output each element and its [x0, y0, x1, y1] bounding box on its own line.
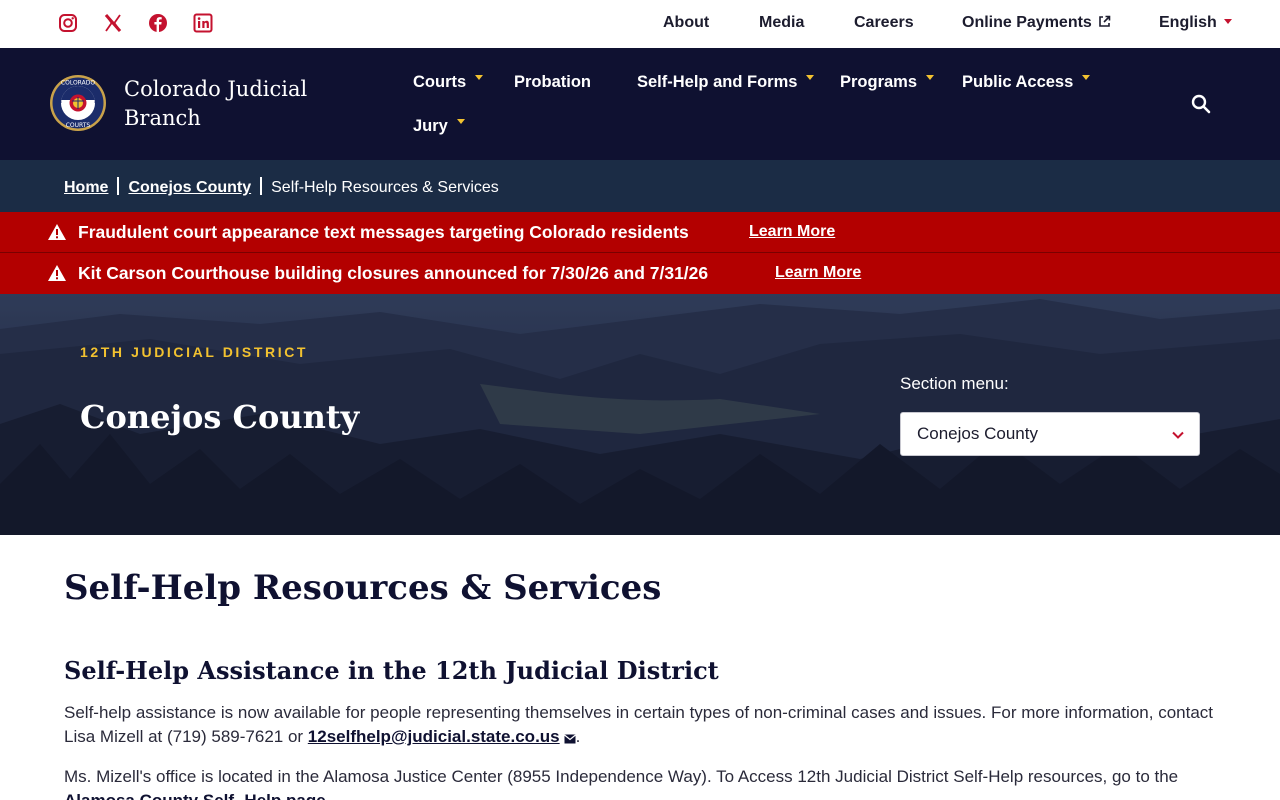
breadcrumb: Home Conejos County Self-Help Resources & … [0, 160, 1280, 212]
paragraph-location: Ms. Mizell's office is located in the Al… [64, 765, 1224, 800]
seal-text-top: COLORADO [61, 80, 95, 87]
alert-learn-more-link[interactable]: Learn More [749, 223, 835, 241]
section-menu-value: Conejos County [917, 424, 1038, 443]
nav-public-access-label: Public Access [962, 73, 1074, 91]
section-menu-select[interactable]: Conejos County [900, 412, 1200, 456]
site-header: COLORADO COURTS Colorado Judicial Branch… [0, 48, 1280, 160]
seal-text-bottom: COURTS [66, 122, 91, 129]
alert-message: Kit Carson Courthouse building closures … [78, 263, 709, 283]
nav-programs[interactable]: Programs [840, 73, 935, 92]
nav-self-help-forms[interactable]: Self-Help and Forms [637, 73, 815, 92]
paragraph-text: Ms. Mizell's office is located in the Al… [64, 767, 1179, 786]
page-title: Self-Help Resources & Services [64, 568, 662, 608]
breadcrumb-county[interactable]: Conejos County [128, 179, 251, 196]
nav-self-help-label: Self-Help and Forms [637, 73, 798, 91]
nav-public-access[interactable]: Public Access [962, 73, 1091, 92]
hero-banner: 12TH JUDICIAL DISTRICT Conejos County Se… [0, 294, 1280, 535]
nav-programs-label: Programs [840, 73, 918, 91]
breadcrumb-home[interactable]: Home [64, 179, 108, 196]
alert-banner: Kit Carson Courthouse building closures … [0, 253, 1280, 294]
hero-title: Conejos County [80, 398, 360, 436]
colorado-courts-seal-logo[interactable]: COLORADO COURTS [49, 74, 107, 132]
caret-down-icon [475, 75, 484, 80]
nav-jury[interactable]: Jury [413, 117, 465, 136]
utility-bar: About Media Careers Online Payments Engl… [0, 0, 1280, 48]
nav-courts[interactable]: Courts [413, 73, 484, 92]
paragraph-end: . [326, 791, 331, 800]
paragraph-end: . [575, 727, 581, 746]
envelope-icon [563, 734, 576, 744]
brand-line-1: Colorado Judicial [124, 77, 308, 101]
warning-icon [48, 265, 66, 281]
alamosa-self-help-link[interactable]: Alamosa County Self- Help page [64, 791, 326, 800]
language-select[interactable]: English [1159, 14, 1232, 32]
search-icon[interactable] [1190, 93, 1212, 115]
chevron-down-icon [1172, 431, 1184, 439]
paragraph-text: Self-help assistance is now available fo… [64, 703, 1214, 746]
caret-down-icon [806, 75, 815, 80]
section-menu-label: Section menu: [900, 374, 1009, 393]
alert-banner: Fraudulent court appearance text message… [0, 212, 1280, 253]
online-payments-label: Online Payments [962, 14, 1092, 31]
section-heading: Self-Help Assistance in the 12th Judicia… [64, 656, 719, 685]
brand-title[interactable]: Colorado Judicial Branch [124, 75, 344, 133]
online-payments-link[interactable]: Online Payments [962, 14, 1111, 32]
utility-nav: About Media Careers Online Payments Engl… [0, 14, 1280, 36]
caret-down-icon [1223, 19, 1232, 24]
paragraph-contact: Self-help assistance is now available fo… [64, 701, 1224, 749]
about-link[interactable]: About [663, 14, 709, 32]
breadcrumb-current: Self-Help Resources & Services [271, 179, 499, 196]
media-link[interactable]: Media [759, 14, 804, 32]
caret-down-icon [926, 75, 935, 80]
alert-learn-more-link[interactable]: Learn More [775, 264, 861, 282]
nav-courts-label: Courts [413, 73, 467, 91]
nav-jury-label: Jury [413, 117, 448, 135]
caret-down-icon [456, 119, 465, 124]
external-link-icon [1099, 15, 1111, 27]
alert-message: Fraudulent court appearance text message… [78, 222, 689, 242]
email-link[interactable]: 12selfhelp@judicial.state.co.us [308, 727, 576, 746]
email-address: 12selfhelp@judicial.state.co.us [307, 727, 560, 746]
breadcrumb-separator [117, 177, 120, 195]
warning-icon [48, 224, 66, 240]
brand-line-2: Branch [124, 106, 201, 130]
careers-link[interactable]: Careers [854, 14, 914, 32]
breadcrumb-separator [260, 177, 263, 195]
district-eyebrow: 12TH JUDICIAL DISTRICT [80, 344, 309, 360]
caret-down-icon [1082, 75, 1091, 80]
nav-probation[interactable]: Probation [514, 73, 591, 92]
language-label: English [1159, 14, 1217, 31]
